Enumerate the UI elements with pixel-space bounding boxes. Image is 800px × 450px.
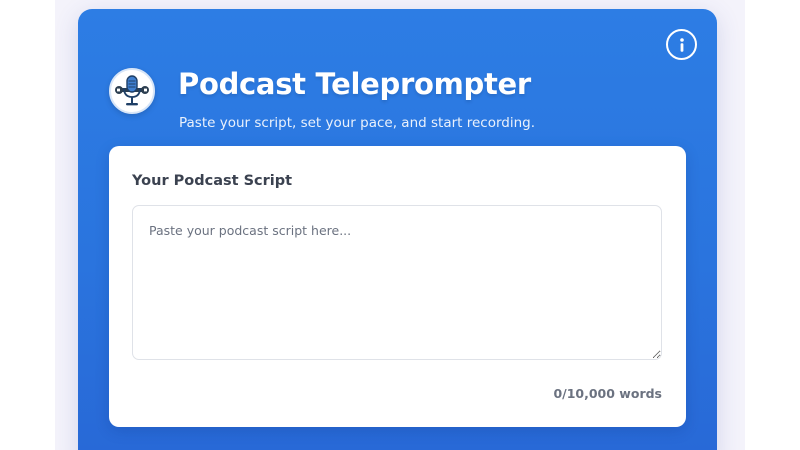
logo [109,68,155,114]
info-button[interactable] [666,29,697,60]
teleprompter-card: Podcast Teleprompter Paste your script, … [78,9,717,450]
page-subtitle: Paste your script, set your pace, and st… [179,115,536,131]
page-title: Podcast Teleprompter [178,67,531,101]
page: Podcast Teleprompter Paste your script, … [0,0,800,450]
page-margin-left [0,0,55,450]
microphone-wrench-icon [115,75,149,106]
word-count: 0/10,000 words [553,386,662,401]
script-textarea[interactable] [132,205,662,360]
script-panel: Your Podcast Script 0/10,000 words [109,146,686,427]
script-label: Your Podcast Script [132,173,293,189]
info-icon [679,37,684,52]
page-margin-right [745,0,800,450]
